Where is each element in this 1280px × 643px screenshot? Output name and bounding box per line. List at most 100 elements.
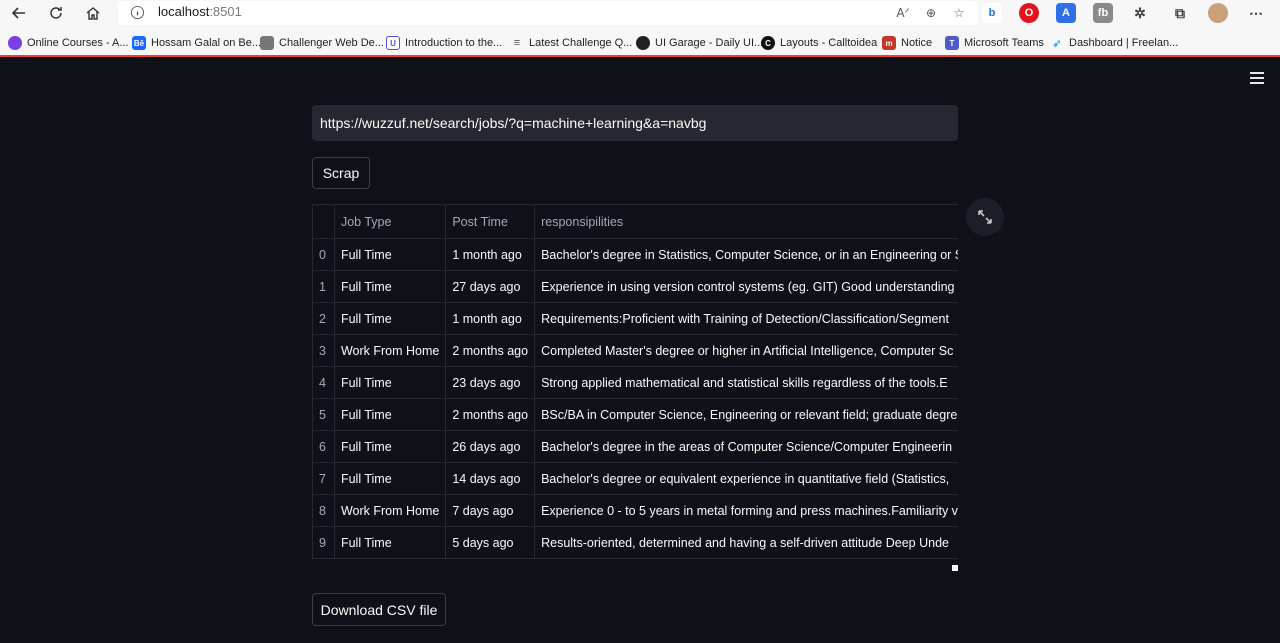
opera-extension-icon[interactable]: O bbox=[1019, 3, 1039, 23]
bookmark-favicon-icon: C bbox=[761, 36, 775, 50]
back-arrow-icon[interactable] bbox=[6, 2, 32, 24]
bookmark-item[interactable]: UI Garage - Daily UI... bbox=[636, 33, 763, 53]
browser-toolbar: localhost:8501 Aᐟ ⊕ ☆ b O A fb ✲ ⧉ ⋯ bbox=[0, 0, 1280, 31]
job-type-cell[interactable]: Full Time bbox=[333, 238, 447, 271]
responsibilities-cell[interactable]: Experience in using version control syst… bbox=[534, 270, 958, 303]
bookmark-item[interactable]: C Layouts - Calltoidea bbox=[761, 33, 877, 53]
fullscreen-expand-icon[interactable] bbox=[966, 198, 1004, 236]
column-header-job-type[interactable]: Job Type bbox=[333, 204, 447, 239]
post-time-cell[interactable]: 23 days ago bbox=[445, 366, 536, 399]
column-header-post-time[interactable]: Post Time bbox=[445, 204, 536, 239]
bookmark-favicon-icon: m bbox=[882, 36, 896, 50]
bookmark-item[interactable]: Challenger Web De... bbox=[260, 33, 384, 53]
teams-favicon-icon: T bbox=[945, 36, 959, 50]
table-row[interactable]: 5 Full Time 2 months ago BSc/BA in Computer… bbox=[312, 398, 958, 431]
post-time-cell[interactable]: 26 days ago bbox=[445, 430, 536, 463]
bookmark-favicon-icon: ≡ bbox=[513, 37, 521, 49]
page-load-divider bbox=[0, 55, 1280, 57]
responsibilities-cell[interactable]: BSc/BA in Computer Science, Engineering … bbox=[534, 398, 958, 431]
responsibilities-cell[interactable]: Experience 0 - to 5 years in metal formi… bbox=[534, 494, 958, 527]
table-row[interactable]: 4 Full Time 23 days ago Strong applied math… bbox=[312, 366, 958, 399]
job-type-cell[interactable]: Full Time bbox=[333, 270, 447, 303]
row-index[interactable]: 3 bbox=[312, 334, 335, 367]
table-resize-handle[interactable] bbox=[952, 565, 958, 571]
responsibilities-cell[interactable]: Bachelor's degree in Statistics, Compute… bbox=[534, 238, 958, 271]
post-time-cell[interactable]: 14 days ago bbox=[445, 462, 536, 495]
job-type-cell[interactable]: Full Time bbox=[333, 430, 447, 463]
index-header bbox=[312, 204, 335, 239]
table-row[interactable]: 3 Work From Home 2 months ago Completed Mas… bbox=[312, 334, 958, 367]
table-row[interactable]: 9 Full Time 5 days ago Results-oriented, de… bbox=[312, 526, 958, 559]
bookmark-favicon-icon bbox=[8, 36, 22, 50]
bookmark-item[interactable]: U Introduction to the... bbox=[386, 33, 502, 53]
fb-extension-icon[interactable]: fb bbox=[1093, 3, 1113, 23]
table-row[interactable]: 0 Full Time 1 month ago Bachelor's degree i… bbox=[312, 238, 958, 271]
bookmark-item[interactable]: Online Courses - A... bbox=[8, 33, 129, 53]
more-menu-icon[interactable]: ⋯ bbox=[1246, 3, 1266, 23]
post-time-cell[interactable]: 7 days ago bbox=[445, 494, 536, 527]
table-row[interactable]: 6 Full Time 26 days ago Bachelor's degree i… bbox=[312, 430, 958, 463]
bookmark-favicon-icon bbox=[636, 36, 650, 50]
bookmark-item[interactable]: T Microsoft Teams bbox=[945, 33, 1044, 53]
responsibilities-cell[interactable]: Bachelor's degree in the areas of Comput… bbox=[534, 430, 958, 463]
favorite-star-icon[interactable]: ☆ bbox=[950, 4, 968, 22]
job-type-cell[interactable]: Full Time bbox=[333, 526, 447, 559]
post-time-cell[interactable]: 5 days ago bbox=[445, 526, 536, 559]
row-index[interactable]: 4 bbox=[312, 366, 335, 399]
job-type-cell[interactable]: Full Time bbox=[333, 366, 447, 399]
job-type-cell[interactable]: Full Time bbox=[333, 462, 447, 495]
bookmarks-bar: Online Courses - A... Bē Hossam Galal on … bbox=[0, 31, 1280, 55]
job-type-cell[interactable]: Work From Home bbox=[333, 334, 447, 367]
profile-avatar[interactable] bbox=[1208, 3, 1228, 23]
udacity-favicon-icon: U bbox=[386, 36, 400, 50]
scrap-button[interactable]: Scrap bbox=[312, 157, 370, 189]
bookmark-item[interactable]: Bē Hossam Galal on Be... bbox=[132, 33, 261, 53]
download-csv-button[interactable]: Download CSV file bbox=[312, 593, 446, 626]
column-header-responsibilities[interactable]: responsipilities bbox=[534, 204, 958, 239]
table-scroll-edge bbox=[312, 560, 958, 570]
responsibilities-cell[interactable]: Bachelor's degree or equivalent experien… bbox=[534, 462, 958, 495]
refresh-icon[interactable] bbox=[43, 2, 69, 24]
row-index[interactable]: 6 bbox=[312, 430, 335, 463]
row-index[interactable]: 2 bbox=[312, 302, 335, 335]
post-time-cell[interactable]: 1 month ago bbox=[445, 238, 536, 271]
responsibilities-cell[interactable]: Results-oriented, determined and having … bbox=[534, 526, 958, 559]
hamburger-menu-icon[interactable] bbox=[1250, 72, 1266, 86]
url-input[interactable] bbox=[312, 105, 958, 141]
home-icon[interactable] bbox=[80, 2, 106, 24]
address-bar[interactable]: localhost:8501 Aᐟ ⊕ ☆ bbox=[118, 1, 978, 25]
responsibilities-cell[interactable]: Strong applied mathematical and statisti… bbox=[534, 366, 958, 399]
info-icon[interactable] bbox=[130, 5, 145, 20]
job-type-cell[interactable]: Full Time bbox=[333, 398, 447, 431]
post-time-cell[interactable]: 2 months ago bbox=[445, 398, 536, 431]
bookmark-item[interactable]: ≡ Latest Challenge Q... bbox=[510, 33, 633, 53]
jobs-table[interactable]: Job Type Post Time responsipilities 0 Ful… bbox=[312, 204, 958, 570]
post-time-cell[interactable]: 1 month ago bbox=[445, 302, 536, 335]
responsibilities-cell[interactable]: Requirements:Proficient with Training of… bbox=[534, 302, 958, 335]
post-time-cell[interactable]: 2 months ago bbox=[445, 334, 536, 367]
behance-favicon-icon: Bē bbox=[132, 36, 146, 50]
bookmark-item[interactable]: ➶ Dashboard | Freelan... bbox=[1050, 33, 1178, 53]
translate-extension-icon[interactable]: A bbox=[1056, 3, 1076, 23]
read-aloud-icon[interactable]: Aᐟ bbox=[894, 4, 912, 22]
row-index[interactable]: 5 bbox=[312, 398, 335, 431]
table-header-row: Job Type Post Time responsipilities bbox=[312, 204, 958, 239]
table-row[interactable]: 8 Work From Home 7 days ago Experience 0 - … bbox=[312, 494, 958, 527]
job-type-cell[interactable]: Full Time bbox=[333, 302, 447, 335]
responsibilities-cell[interactable]: Completed Master's degree or higher in A… bbox=[534, 334, 958, 367]
zoom-icon[interactable]: ⊕ bbox=[922, 4, 940, 22]
row-index[interactable]: 0 bbox=[312, 238, 335, 271]
post-time-cell[interactable]: 27 days ago bbox=[445, 270, 536, 303]
table-row[interactable]: 1 Full Time 27 days ago Experience in using… bbox=[312, 270, 958, 303]
row-index[interactable]: 7 bbox=[312, 462, 335, 495]
bookmark-item[interactable]: m Notice bbox=[882, 33, 932, 53]
bing-extension-icon[interactable]: b bbox=[982, 3, 1002, 23]
extensions-puzzle-icon[interactable]: ✲ bbox=[1130, 3, 1150, 23]
row-index[interactable]: 9 bbox=[312, 526, 335, 559]
table-row[interactable]: 7 Full Time 14 days ago Bachelor's degree o… bbox=[312, 462, 958, 495]
row-index[interactable]: 1 bbox=[312, 270, 335, 303]
row-index[interactable]: 8 bbox=[312, 494, 335, 527]
table-row[interactable]: 2 Full Time 1 month ago Requirements:Profic… bbox=[312, 302, 958, 335]
collections-icon[interactable]: ⧉ bbox=[1170, 3, 1190, 23]
job-type-cell[interactable]: Work From Home bbox=[333, 494, 447, 527]
